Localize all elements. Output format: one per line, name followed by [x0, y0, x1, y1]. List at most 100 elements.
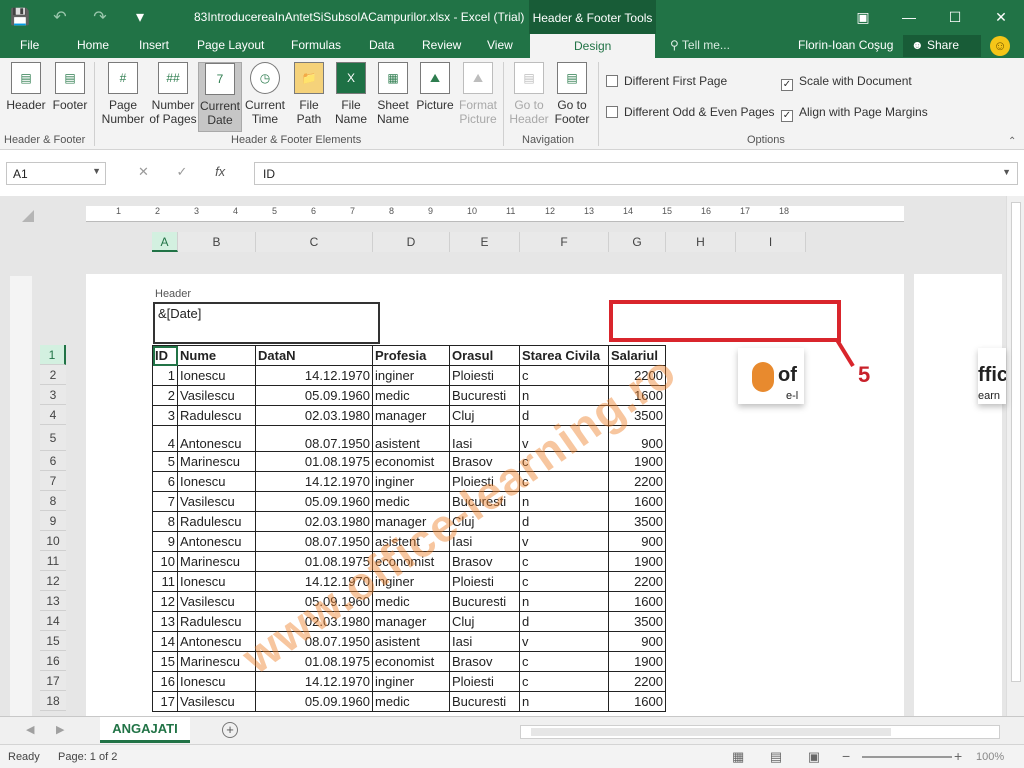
table-cell[interactable]: inginer — [372, 571, 450, 592]
table-cell[interactable]: medic — [372, 491, 450, 512]
save-icon[interactable]: 💾 — [0, 7, 40, 27]
go-to-footer-button[interactable]: ▤ Go to Footer — [551, 62, 593, 126]
column-heading-cell[interactable]: Salariul — [608, 345, 666, 366]
table-cell[interactable]: 05.09.1960 — [255, 491, 373, 512]
column-header-i[interactable]: I — [736, 232, 806, 252]
tab-review[interactable]: Review — [422, 38, 461, 52]
column-heading-cell[interactable]: DataN — [255, 345, 373, 366]
table-cell[interactable]: 11 — [152, 571, 178, 592]
row-header[interactable]: 8 — [40, 491, 66, 511]
row-header[interactable]: 1 — [40, 345, 66, 365]
table-cell[interactable]: Bucuresti — [449, 691, 520, 712]
tab-data[interactable]: Data — [369, 38, 394, 52]
table-cell[interactable]: 4 — [152, 425, 178, 452]
undo-icon[interactable]: ↶ — [40, 7, 80, 27]
file-path-button[interactable]: 📁 File Path — [288, 62, 330, 126]
table-cell[interactable]: 2200 — [608, 471, 666, 492]
row-header[interactable]: 7 — [40, 471, 66, 491]
column-header-d[interactable]: D — [373, 232, 450, 252]
close-button[interactable]: ✕ — [978, 0, 1024, 34]
column-header-a[interactable]: A — [152, 232, 178, 252]
row-header[interactable]: 15 — [40, 631, 66, 651]
header-right-highlight[interactable] — [609, 300, 841, 342]
table-cell[interactable]: 14.12.1970 — [255, 471, 373, 492]
table-cell[interactable]: 16 — [152, 671, 178, 692]
row-header[interactable]: 17 — [40, 671, 66, 691]
table-cell[interactable]: n — [519, 491, 609, 512]
table-cell[interactable]: 14.12.1970 — [255, 365, 373, 386]
column-heading-cell[interactable]: Orasul — [449, 345, 520, 366]
table-cell[interactable]: Brasov — [449, 651, 520, 672]
table-cell[interactable]: 900 — [608, 631, 666, 652]
column-header-b[interactable]: B — [178, 232, 256, 252]
table-cell[interactable]: asistent — [372, 531, 450, 552]
tab-page-layout[interactable]: Page Layout — [197, 38, 264, 52]
table-cell[interactable]: inginer — [372, 671, 450, 692]
expand-formula-icon[interactable]: ▼ — [1002, 167, 1011, 177]
table-cell[interactable]: Iasi — [449, 631, 520, 652]
tab-file[interactable]: File — [20, 38, 39, 52]
table-cell[interactable]: 1 — [152, 365, 178, 386]
row-header[interactable]: 11 — [40, 551, 66, 571]
table-cell[interactable]: v — [519, 531, 609, 552]
table-cell[interactable]: Antonescu — [177, 425, 256, 452]
redo-icon[interactable]: ↷ — [80, 7, 120, 27]
table-cell[interactable]: Iasi — [449, 531, 520, 552]
table-cell[interactable]: 5 — [152, 451, 178, 472]
table-cell[interactable]: d — [519, 611, 609, 632]
page-number-button[interactable]: # Page Number — [98, 62, 148, 126]
go-to-header-button[interactable]: ▤ Go to Header — [508, 62, 550, 126]
customize-qat-icon[interactable]: ▾ — [120, 7, 160, 27]
header-button[interactable]: ▤ Header — [4, 62, 48, 112]
table-cell[interactable]: v — [519, 425, 609, 452]
table-cell[interactable]: Cluj — [449, 511, 520, 532]
table-cell[interactable]: Ionescu — [177, 571, 256, 592]
tab-design[interactable]: Design — [530, 34, 656, 58]
table-cell[interactable]: 14 — [152, 631, 178, 652]
table-cell[interactable]: n — [519, 591, 609, 612]
collapse-ribbon-icon[interactable]: ⌃ — [1008, 136, 1016, 147]
formula-input[interactable]: ID ▼ — [254, 162, 1018, 185]
table-cell[interactable]: 12 — [152, 591, 178, 612]
table-cell[interactable]: manager — [372, 511, 450, 532]
table-cell[interactable]: Antonescu — [177, 631, 256, 652]
cancel-icon[interactable]: ✕ — [138, 164, 149, 179]
table-cell[interactable]: Iasi — [449, 425, 520, 452]
table-cell[interactable]: 8 — [152, 511, 178, 532]
normal-view-icon[interactable]: ▦ — [732, 749, 744, 764]
different-first-page-checkbox[interactable]: Different First Page — [606, 74, 727, 88]
format-picture-button[interactable]: ⛰ Format Picture — [456, 62, 500, 126]
table-cell[interactable]: 15 — [152, 651, 178, 672]
row-header[interactable]: 12 — [40, 571, 66, 591]
table-cell[interactable]: Ploiesti — [449, 671, 520, 692]
table-cell[interactable]: Vasilescu — [177, 591, 256, 612]
tab-formulas[interactable]: Formulas — [291, 38, 341, 52]
column-heading-cell[interactable]: ID — [152, 345, 178, 366]
enter-icon[interactable]: ✓ — [177, 164, 188, 179]
file-name-button[interactable]: X File Name — [330, 62, 372, 126]
table-cell[interactable]: Cluj — [449, 611, 520, 632]
table-cell[interactable]: 1900 — [608, 651, 666, 672]
table-cell[interactable]: 1900 — [608, 451, 666, 472]
name-box[interactable]: A1 ▼ — [6, 162, 106, 185]
column-heading-cell[interactable]: Profesia — [372, 345, 450, 366]
row-header[interactable]: 18 — [40, 691, 66, 711]
chevron-down-icon[interactable]: ▼ — [92, 166, 101, 176]
scale-with-document-checkbox[interactable]: ✓ Scale with Document — [781, 74, 912, 91]
table-cell[interactable]: Ionescu — [177, 671, 256, 692]
table-cell[interactable]: manager — [372, 405, 450, 426]
table-cell[interactable]: 01.08.1975 — [255, 451, 373, 472]
table-cell[interactable]: medic — [372, 385, 450, 406]
table-cell[interactable]: 05.09.1960 — [255, 691, 373, 712]
table-cell[interactable]: 10 — [152, 551, 178, 572]
table-cell[interactable]: Ploiesti — [449, 571, 520, 592]
table-cell[interactable]: 13 — [152, 611, 178, 632]
scrollbar-thumb[interactable] — [1011, 202, 1021, 682]
current-date-button[interactable]: 7 Current Date — [198, 62, 242, 132]
table-cell[interactable]: Ploiesti — [449, 365, 520, 386]
scrollbar-thumb[interactable] — [531, 728, 891, 736]
table-cell[interactable]: economist — [372, 451, 450, 472]
column-header-h[interactable]: H — [666, 232, 736, 252]
footer-button[interactable]: ▤ Footer — [48, 62, 92, 112]
table-cell[interactable]: 01.08.1975 — [255, 651, 373, 672]
